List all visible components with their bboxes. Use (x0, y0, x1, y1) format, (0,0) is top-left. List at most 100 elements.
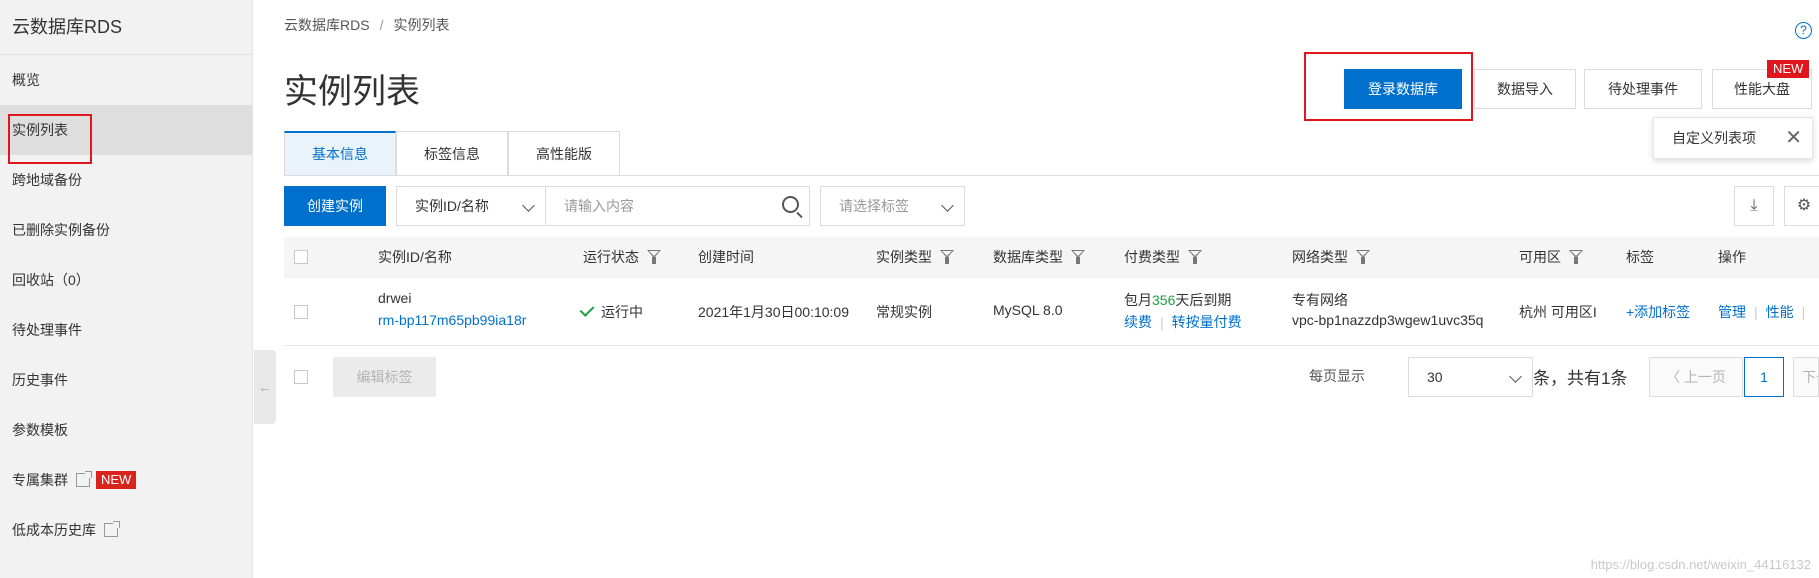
sidebar-item-low-cost-history[interactable]: 低成本历史库 (0, 505, 252, 555)
row-checkbox[interactable] (294, 305, 308, 319)
column-header: 标签 (1626, 249, 1654, 265)
page-number-1[interactable]: 1 (1744, 357, 1784, 397)
per-page-select[interactable]: 30 (1408, 357, 1533, 397)
login-database-button[interactable]: 登录数据库 (1344, 69, 1462, 109)
instance-name: drwei (378, 290, 412, 306)
filter-icon[interactable] (1071, 249, 1085, 265)
chevron-down-icon (522, 199, 535, 212)
sidebar-item-cross-region-backup[interactable]: 跨地域备份 (0, 155, 252, 205)
filter-icon[interactable] (940, 249, 954, 265)
select-all-checkbox[interactable] (294, 250, 308, 264)
download-button[interactable]: ⤓ (1734, 186, 1774, 226)
external-link-icon (104, 521, 120, 537)
next-page-button[interactable]: 下一 (1793, 357, 1819, 397)
column-header-label: 运行状态 (583, 249, 639, 265)
instance-type: 常规实例 (876, 304, 932, 320)
tab-divider (284, 175, 1819, 176)
download-icon: ⤓ (1750, 197, 1758, 214)
tag-select[interactable]: 请选择标签 (820, 186, 965, 226)
sidebar-item-overview[interactable]: 概览 (0, 55, 252, 105)
table-header: 实例ID/名称 运行状态 创建时间 实例类型 数据库类型 付费类型 网络类型 可… (284, 237, 1819, 278)
sidebar-item-deleted-backup[interactable]: 已删除实例备份 (0, 205, 252, 255)
sidebar-item-label: 回收站（0） (12, 272, 90, 288)
column-header-db-type[interactable]: 数据库类型 (993, 237, 1085, 278)
add-tag-link[interactable]: +添加标签 (1626, 302, 1690, 322)
sidebar-item-label: 已删除实例备份 (12, 222, 110, 238)
column-header-instance-type[interactable]: 实例类型 (876, 237, 954, 278)
sidebar-item-label: 概览 (12, 72, 40, 88)
customize-columns-popup: 自定义列表项 ✕ (1653, 117, 1813, 159)
renew-link[interactable]: 续费 (1124, 314, 1152, 330)
tab-tag-info[interactable]: 标签信息 (396, 131, 508, 176)
network-type: 专有网络 (1292, 292, 1348, 308)
sidebar-item-pending-events[interactable]: 待处理事件 (0, 305, 252, 355)
per-page-value: 30 (1427, 369, 1443, 385)
column-header-label: 实例类型 (876, 249, 932, 265)
created-time: 2021年1月30日00:10:09 (698, 304, 849, 320)
chevron-left-icon: 〈 (1666, 369, 1684, 385)
column-header-label: 付费类型 (1124, 249, 1180, 265)
filter-icon[interactable] (1188, 249, 1202, 265)
per-page-label: 每页显示 (1309, 368, 1365, 384)
manage-link[interactable]: 管理 (1718, 304, 1746, 320)
tab-high-performance[interactable]: 高性能版 (508, 131, 620, 176)
column-header-zone[interactable]: 可用区 (1519, 237, 1583, 278)
sidebar-item-instance-list[interactable]: 实例列表 (0, 105, 252, 155)
external-link-icon (76, 471, 92, 487)
edit-tags-button[interactable]: 编辑标签 (333, 357, 436, 397)
filter-type-select[interactable]: 实例ID/名称 (396, 186, 546, 226)
column-header-label: 网络类型 (1292, 249, 1348, 265)
sidebar-collapse-button[interactable]: ← (254, 350, 276, 424)
customize-columns-label[interactable]: 自定义列表项 (1672, 130, 1756, 146)
sidebar-item-recycle-bin[interactable]: 回收站（0） (0, 255, 252, 305)
chevron-down-icon (941, 199, 954, 212)
filter-icon[interactable] (1569, 249, 1583, 265)
divider: | (1160, 314, 1164, 330)
billing-suffix: 天后到期 (1175, 292, 1232, 308)
vpc-id: vpc-bp1nazzdp3wgew1uvc35q (1292, 312, 1484, 328)
sidebar-item-label: 历史事件 (12, 372, 68, 388)
switch-to-payg-link[interactable]: 转按量付费 (1172, 314, 1242, 330)
close-icon[interactable]: ✕ (1785, 118, 1802, 158)
main-content: 云数据库RDS / 实例列表 ? 实例列表 登录数据库 数据导入 待处理事件 性能大… (284, 0, 1819, 578)
breadcrumb-current: 实例列表 (393, 17, 450, 33)
page-title: 实例列表 (284, 73, 420, 111)
sidebar-item-param-templates[interactable]: 参数模板 (0, 405, 252, 455)
breadcrumb-separator: / (379, 17, 384, 33)
filter-icon[interactable] (647, 249, 661, 265)
data-import-button[interactable]: 数据导入 (1474, 69, 1576, 109)
column-header: 操作 (1718, 249, 1746, 265)
column-header-billing[interactable]: 付费类型 (1124, 237, 1202, 278)
column-header: 实例ID/名称 (378, 249, 452, 265)
search-icon[interactable] (782, 196, 799, 213)
column-header: 创建时间 (698, 249, 754, 265)
divider: | (1754, 304, 1758, 320)
billing-actions: 续费 | 转按量付费 (1124, 312, 1242, 332)
performance-link[interactable]: 性能 (1766, 304, 1794, 320)
column-header-status[interactable]: 运行状态 (583, 237, 661, 278)
gear-icon: ⚙ (1796, 197, 1812, 214)
search-placeholder: 请输入内容 (564, 198, 634, 214)
help-icon[interactable]: ? (1795, 22, 1812, 39)
column-header-network[interactable]: 网络类型 (1292, 237, 1370, 278)
tab-basic-info[interactable]: 基本信息 (284, 131, 396, 176)
instance-id-link[interactable]: rm-bp117m65pb99ia18r (378, 312, 526, 328)
filter-icon[interactable] (1356, 249, 1370, 265)
sidebar-item-label: 待处理事件 (12, 322, 82, 338)
sidebar-item-label: 实例列表 (12, 122, 68, 138)
divider: | (1801, 304, 1806, 320)
sidebar-item-history-events[interactable]: 历史事件 (0, 355, 252, 405)
create-instance-button[interactable]: 创建实例 (284, 186, 386, 226)
sidebar-item-label: 低成本历史库 (12, 522, 96, 538)
sidebar-item-dedicated-cluster[interactable]: 专属集群 NEW (0, 455, 252, 505)
sidebar-item-label: 参数模板 (12, 422, 68, 438)
tag-placeholder: 请选择标签 (839, 198, 909, 214)
search-input[interactable]: 请输入内容 (545, 186, 810, 226)
breadcrumb-root[interactable]: 云数据库RDS (284, 17, 370, 33)
footer-select-all-checkbox[interactable] (294, 370, 308, 384)
prev-page-button[interactable]: 〈 上一页 (1649, 357, 1743, 397)
billing-info: 包月356天后到期 (1124, 290, 1231, 310)
total-count: 条，共有1条 (1533, 369, 1628, 388)
pending-events-button[interactable]: 待处理事件 (1584, 69, 1702, 109)
settings-button[interactable]: ⚙ (1784, 186, 1819, 226)
